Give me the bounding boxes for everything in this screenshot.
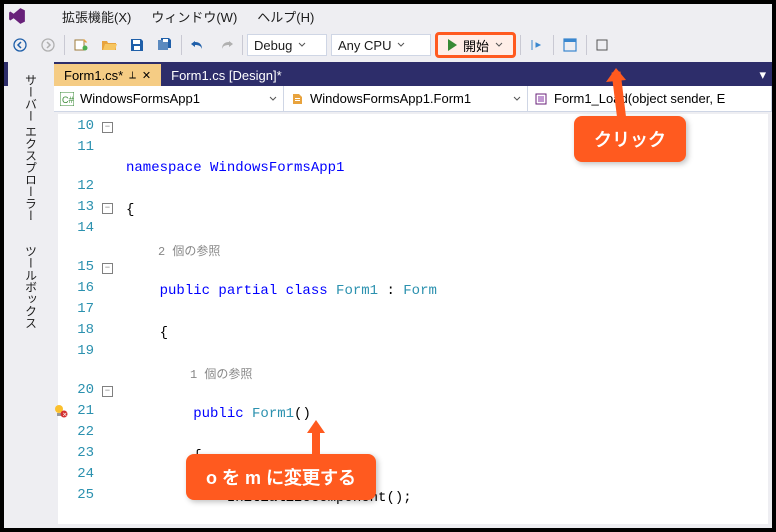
code-text: Form1 xyxy=(336,283,378,299)
play-icon xyxy=(448,39,457,51)
navigation-bar: C# WindowsFormsApp1 WindowsFormsApp1.For… xyxy=(54,86,772,112)
code-text: namespace WindowsFormsApp1 xyxy=(126,160,344,176)
line-number: 12 xyxy=(58,176,94,197)
vs-logo-icon xyxy=(8,7,26,25)
line-number: 13 xyxy=(58,197,94,218)
line-number: 16 xyxy=(58,278,94,299)
svg-text:✕: ✕ xyxy=(62,413,67,419)
line-number: 25 xyxy=(58,485,94,506)
tab-overflow-icon[interactable]: ▾ xyxy=(759,67,766,83)
callout-click: クリック xyxy=(574,116,686,162)
line-number: 22 xyxy=(58,422,94,443)
code-text: { xyxy=(126,200,768,221)
code-text: () xyxy=(294,406,311,422)
tab-form1-cs[interactable]: Form1.cs* ⟂ ✕ xyxy=(54,64,161,86)
config-combo[interactable]: Debug xyxy=(247,34,327,56)
redo-icon[interactable] xyxy=(214,33,238,57)
chevron-down-icon xyxy=(513,95,521,103)
menu-bar: 拡張機能(X) ウィンドウ(W) ヘルプ(H) xyxy=(4,4,772,28)
toolbox-tab[interactable]: ツールボックス xyxy=(19,237,44,337)
line-number: 18 xyxy=(58,320,94,341)
line-number: 23 xyxy=(58,443,94,464)
more-icon[interactable] xyxy=(591,33,615,57)
line-number: 19 xyxy=(58,341,94,362)
step-icon[interactable] xyxy=(525,33,549,57)
toolbar-divider xyxy=(553,35,554,55)
chevron-down-icon xyxy=(298,41,306,49)
line-numbers: 10 11 12 13 14 15 16 17 18 19 20 21 22 2… xyxy=(58,114,102,524)
document-tabs: Form1.cs* ⟂ ✕ Form1.cs [Design]* ▾ xyxy=(4,62,772,86)
pin-icon[interactable]: ⟂ xyxy=(129,70,136,81)
chevron-down-icon xyxy=(397,41,405,49)
fold-toggle[interactable]: − xyxy=(102,203,113,214)
fold-gutter: − − − − xyxy=(102,114,122,524)
codelens[interactable]: 1 個の参照 xyxy=(126,368,252,382)
server-explorer-tab[interactable]: サーバー エクスプローラー xyxy=(19,66,44,229)
line-number: 17 xyxy=(58,299,94,320)
toolbar: Debug Any CPU 開始 xyxy=(4,28,772,62)
browser-icon[interactable] xyxy=(558,33,582,57)
line-number: 15 xyxy=(58,257,94,278)
toolbar-divider xyxy=(586,35,587,55)
fold-toggle[interactable]: − xyxy=(102,263,113,274)
code-text: Form1 xyxy=(252,406,294,422)
side-tool-tabs: サーバー エクスプローラー ツールボックス xyxy=(8,62,54,482)
toolbar-divider xyxy=(64,35,65,55)
svg-text:C#: C# xyxy=(62,95,74,105)
csharp-icon: C# xyxy=(60,92,74,106)
nav-back-icon[interactable] xyxy=(8,33,32,57)
line-number: 20 xyxy=(58,380,94,401)
project-selector[interactable]: C# WindowsFormsApp1 xyxy=(54,86,284,111)
tab-label: Form1.cs* xyxy=(64,68,123,83)
chevron-down-icon xyxy=(269,95,277,103)
close-icon[interactable]: ✕ xyxy=(142,69,151,82)
lightbulb-error-icon[interactable]: ✕ xyxy=(54,404,68,418)
line-number: 24 xyxy=(58,464,94,485)
toolbar-divider xyxy=(520,35,521,55)
class-selector[interactable]: WindowsFormsApp1.Form1 xyxy=(284,86,528,111)
new-project-icon[interactable] xyxy=(69,33,93,57)
code-text: public partial class xyxy=(160,283,336,299)
method-icon xyxy=(534,92,548,106)
fold-toggle[interactable]: − xyxy=(102,386,113,397)
code-text: public xyxy=(193,406,252,422)
open-icon[interactable] xyxy=(97,33,121,57)
menu-help[interactable]: ヘルプ(H) xyxy=(249,5,322,28)
undo-icon[interactable] xyxy=(186,33,210,57)
line-number: 10 xyxy=(58,116,94,137)
tab-label: Form1.cs [Design]* xyxy=(171,68,282,83)
fold-toggle[interactable]: − xyxy=(102,122,113,133)
code-text: : xyxy=(378,283,403,299)
class-label: WindowsFormsApp1.Form1 xyxy=(310,91,471,106)
codelens[interactable]: 2 個の参照 xyxy=(126,245,220,259)
line-number: 11 xyxy=(58,137,94,158)
menu-window[interactable]: ウィンドウ(W) xyxy=(143,5,245,28)
line-number: 14 xyxy=(58,218,94,239)
class-icon xyxy=(290,92,304,106)
platform-combo[interactable]: Any CPU xyxy=(331,34,431,56)
nav-fwd-icon[interactable] xyxy=(36,33,60,57)
code-text: Form xyxy=(403,283,437,299)
project-label: WindowsFormsApp1 xyxy=(80,91,200,106)
tab-form1-design[interactable]: Form1.cs [Design]* xyxy=(161,64,292,86)
toolbar-divider xyxy=(242,35,243,55)
member-label: Form1_Load(object sender, E xyxy=(554,91,725,106)
save-all-icon[interactable] xyxy=(153,33,177,57)
save-icon[interactable] xyxy=(125,33,149,57)
callout-change: o を m に変更する xyxy=(186,454,376,500)
member-selector[interactable]: Form1_Load(object sender, E xyxy=(528,86,772,111)
config-label: Debug xyxy=(254,38,292,53)
start-label: 開始 xyxy=(463,36,489,55)
platform-label: Any CPU xyxy=(338,38,391,53)
code-text: { xyxy=(126,323,768,344)
menu-extensions[interactable]: 拡張機能(X) xyxy=(54,5,139,28)
chevron-down-icon xyxy=(495,41,503,49)
code-editor[interactable]: 10 11 12 13 14 15 16 17 18 19 20 21 22 2… xyxy=(58,114,768,524)
start-debug-button[interactable]: 開始 xyxy=(435,32,516,58)
toolbar-divider xyxy=(181,35,182,55)
